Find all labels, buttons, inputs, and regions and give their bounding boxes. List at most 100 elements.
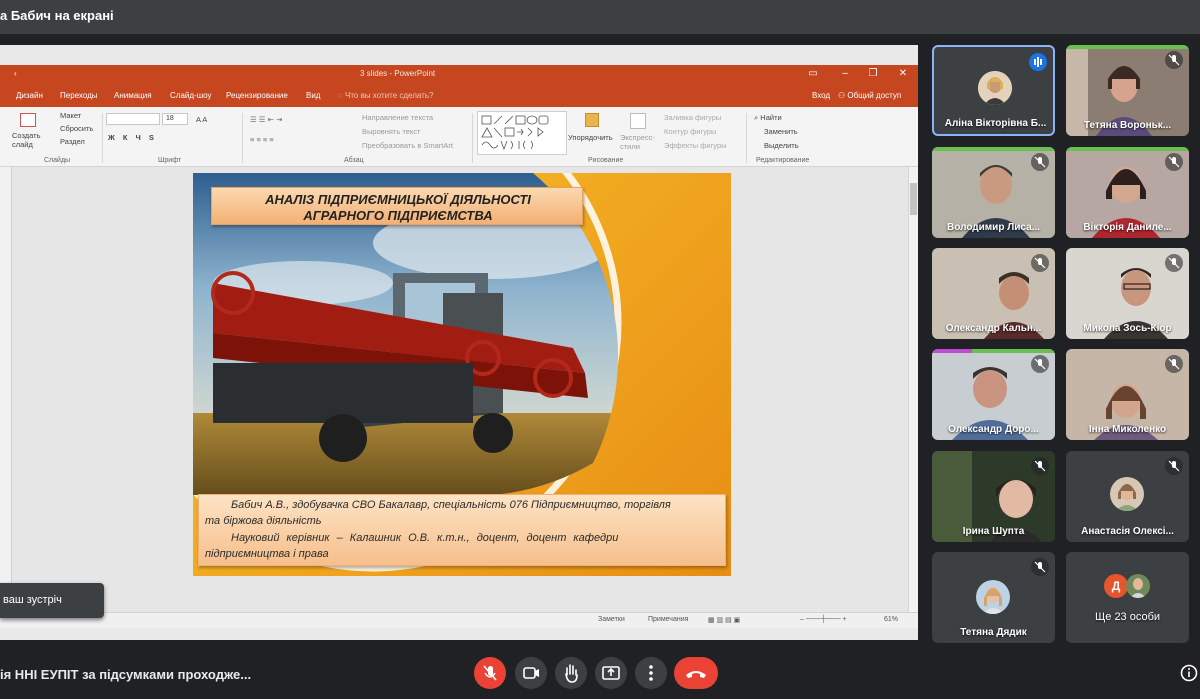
participant-name: Микола Зось-Кіор — [1083, 323, 1172, 334]
slide-title-line2: АГРАРНОГО ПІДПРИЄМСТВА — [303, 208, 493, 223]
new-slide-icon[interactable] — [20, 113, 36, 127]
close-icon[interactable]: ✕ — [896, 68, 910, 79]
font-style-buttons[interactable]: Ж К Ч S — [108, 133, 157, 142]
shape-outline-button[interactable]: Контур фигуры — [664, 127, 716, 136]
tell-me-text: Что вы хотите сделать? — [345, 91, 434, 100]
toast-text: ваш зустріч — [3, 594, 62, 606]
avatar: Д — [1104, 574, 1128, 598]
participant-tile[interactable]: Тетяна Дядик — [932, 552, 1055, 643]
participant-name: Тетяна Вороньк... — [1083, 120, 1172, 131]
participant-tile[interactable]: Володимир Лиса... — [932, 147, 1055, 238]
slide-text-box[interactable]: Бабич А.В., здобувачка СВО Бакалавр, спе… — [198, 494, 726, 566]
tab-design[interactable]: Дизайн — [16, 91, 43, 100]
align-buttons[interactable]: ≡ ≡ ≡ ≡ — [250, 135, 274, 144]
share-button[interactable]: ⚇ Общий доступ — [838, 91, 901, 100]
mic-button[interactable] — [474, 657, 506, 689]
camera-button[interactable] — [515, 657, 547, 689]
participant-tile[interactable]: Анастасія Олексі... — [1066, 451, 1189, 542]
arrange-button[interactable]: Упорядочить — [568, 133, 613, 142]
ribbon: Создать слайд Макет Сбросить Раздел Слай… — [0, 107, 918, 167]
font-case-buttons[interactable]: A A — [196, 115, 207, 124]
present-button[interactable] — [595, 657, 627, 689]
more-options-button[interactable] — [635, 657, 667, 689]
participant-tile[interactable]: Ірина Шупта — [932, 451, 1055, 542]
tab-animation[interactable]: Анимация — [114, 91, 152, 100]
replace-button[interactable]: Заменить — [764, 127, 798, 136]
group-slides-label: Слайды — [44, 157, 71, 164]
participant-tile[interactable]: Олександр Доро... — [932, 349, 1055, 440]
participant-tile[interactable]: Вікторія Даниле... — [1066, 147, 1189, 238]
presenter-banner: а Бабич на екрані — [0, 8, 114, 23]
mic-off-icon — [1165, 153, 1183, 171]
vertical-scrollbar[interactable] — [908, 167, 918, 612]
powerpoint-titlebar: ‹ 3 slides - PowerPoint ▭ – ❐ ✕ — [0, 65, 918, 85]
participant-tile[interactable]: Олександр Кальн... — [932, 248, 1055, 339]
tab-review[interactable]: Рецензирование — [226, 91, 288, 100]
more-participants-tile[interactable]: Д Ще 23 особи — [1066, 552, 1189, 643]
mic-off-icon — [1165, 355, 1183, 373]
participant-tile[interactable]: Інна Миколенко — [1066, 349, 1189, 440]
font-size-box[interactable]: 18 — [162, 113, 188, 125]
meeting-toast[interactable]: ваш зустріч — [0, 583, 104, 618]
group-paragraph-label: Абзац — [344, 157, 364, 164]
more-options-icon — [649, 665, 653, 681]
participant-tile[interactable]: Тетяна Вороньк... — [1066, 45, 1189, 136]
select-button[interactable]: Выделить — [764, 141, 799, 150]
person-photo-icon — [976, 580, 1010, 614]
minimize-icon[interactable]: – — [838, 68, 852, 79]
end-call-button[interactable] — [674, 657, 718, 689]
maximize-icon[interactable]: ❐ — [866, 68, 880, 79]
shapes-gallery[interactable] — [477, 111, 567, 155]
font-name-box[interactable] — [106, 113, 160, 125]
new-slide-button[interactable]: Создать слайд — [12, 131, 42, 149]
raise-hand-button[interactable] — [555, 657, 587, 689]
zoom-level[interactable]: 61% — [884, 616, 898, 623]
ribbon-display-icon[interactable]: ▭ — [806, 68, 820, 79]
arrange-icon[interactable] — [585, 113, 599, 127]
end-call-icon — [686, 671, 706, 678]
back-icon: ‹ — [14, 69, 17, 78]
sign-in-link[interactable]: Вход — [812, 91, 830, 100]
ribbon-divider — [242, 113, 243, 163]
participant-tile[interactable]: Микола Зось-Кіор — [1066, 248, 1189, 339]
comments-button[interactable]: Примечания — [648, 616, 688, 623]
slide-text-line3: Науковий керівник – Калашник О.В. к.т.н.… — [231, 532, 619, 544]
reset-button[interactable]: Сбросить — [60, 124, 93, 133]
status-bar: Заметки Примечания ▦ ▥ ▤ ▣ – ───┼─── + 6… — [0, 612, 918, 628]
current-slide[interactable]: АНАЛІЗ ПІДПРИЄМНИЦЬКОЇ ДІЯЛЬНОСТІ АГРАРН… — [193, 173, 731, 576]
group-editing-label: Редактирование — [756, 157, 810, 164]
participant-name: Олександр Кальн... — [945, 323, 1042, 334]
layout-button[interactable]: Макет — [60, 111, 81, 120]
thumbnail-pane[interactable] — [0, 167, 12, 612]
meeting-name: ія ННІ ЕУПІТ за підсумками проходже... — [0, 667, 252, 682]
tell-me-search[interactable]: ◌ Что вы хотите сделать? — [338, 91, 433, 100]
tab-transitions[interactable]: Переходы — [60, 91, 98, 100]
tab-view[interactable]: Вид — [306, 91, 320, 100]
list-buttons[interactable]: ☰ ☰ ⇤ ⇥ — [250, 115, 282, 124]
present-icon — [602, 666, 620, 680]
align-text-button[interactable]: Выровнять текст — [362, 127, 420, 136]
shape-fill-button[interactable]: Заливка фигуры — [664, 113, 721, 122]
search-icon: ⌕ — [754, 113, 759, 122]
text-direction-button[interactable]: Направление текста — [362, 113, 433, 122]
participant-name: Тетяна Дядик — [960, 627, 1027, 638]
top-bar: а Бабич на екрані — [0, 0, 1200, 34]
zoom-slider[interactable]: – ───┼─── + — [800, 616, 847, 623]
mic-off-icon — [1031, 558, 1049, 576]
slide-title-box[interactable]: АНАЛІЗ ПІДПРИЄМНИЦЬКОЇ ДІЯЛЬНОСТІ АГРАРН… — [211, 187, 583, 225]
shape-effects-button[interactable]: Эффекты фигуры — [664, 141, 727, 150]
notes-button[interactable]: Заметки — [598, 616, 625, 623]
smartart-button[interactable]: Преобразовать в SmartArt — [362, 141, 453, 150]
participant-name: Ірина Шупта — [962, 526, 1025, 537]
participant-tile[interactable]: Аліна Вікторівна Б... — [932, 45, 1055, 136]
scrollbar-thumb[interactable] — [910, 183, 917, 215]
tab-slideshow[interactable]: Слайд-шоу — [170, 91, 211, 100]
view-buttons[interactable]: ▦ ▥ ▤ ▣ — [708, 616, 740, 624]
find-button[interactable]: ⌕ Найти — [754, 113, 782, 123]
quick-styles-button[interactable]: Экспресс-стили — [620, 133, 656, 151]
shared-screen: ‹ 3 slides - PowerPoint ▭ – ❐ ✕ Дизайн П… — [0, 45, 918, 640]
quick-styles-icon[interactable] — [630, 113, 646, 129]
section-button[interactable]: Раздел — [60, 137, 85, 146]
info-button[interactable] — [1180, 662, 1200, 684]
raise-hand-icon — [565, 664, 578, 683]
